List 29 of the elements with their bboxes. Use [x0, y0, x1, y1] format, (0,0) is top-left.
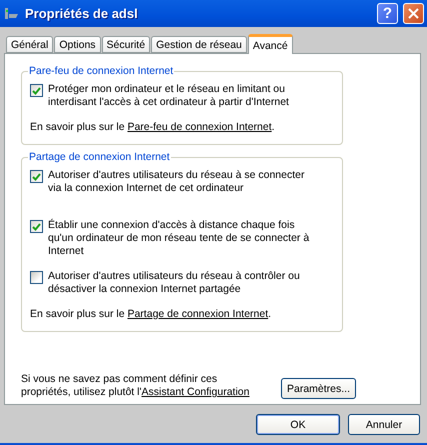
settings-button[interactable]: Paramètres...: [281, 378, 356, 399]
checkbox[interactable]: [30, 271, 43, 284]
tab[interactable]: Général: [6, 36, 54, 53]
help-link[interactable]: Partage de connexion Internet: [127, 308, 268, 320]
learn-more-text: En savoir plus sur le Partage de connexion Internet.: [30, 308, 272, 321]
checkbox[interactable]: [30, 170, 43, 183]
checkbox[interactable]: [30, 84, 43, 97]
help-button[interactable]: ?: [377, 3, 398, 24]
checkbox[interactable]: [30, 220, 43, 233]
wizard-link[interactable]: Assistant Configuration: [141, 386, 250, 398]
window-title: Propriétés de adsl: [25, 6, 139, 21]
tab[interactable]: Options: [54, 36, 101, 53]
close-button[interactable]: [403, 3, 424, 24]
tab[interactable]: Sécurité: [102, 36, 150, 53]
help-link[interactable]: Pare-feu de connexion Internet: [127, 121, 272, 133]
checkbox-label: Établir une connexion d'accès à distance chaque fois qu'un ordinateur de mon réseau tente de se connecter à Internet: [48, 219, 310, 258]
close-icon: [408, 8, 419, 19]
ok-button[interactable]: OK: [256, 414, 340, 435]
checkbox-label: Autoriser d'autres utilisateurs du réseau à se connecter via la connexion Internet de cet ordinateur: [48, 169, 306, 195]
checkbox-label: Autoriser d'autres utilisateurs du réseau à contrôler ou désactiver la connexion Internet partagée: [48, 270, 301, 296]
checkbox-label: Protéger mon ordinateur et le réseau en limitant ou interdisant l'accès à cet ordinateur à partir d'Internet: [48, 83, 290, 109]
group-title: Pare-feu de connexion Internet: [28, 65, 174, 77]
group-title: Partage de connexion Internet: [28, 151, 171, 163]
network-icon: [4, 6, 20, 22]
tab[interactable]: Avancé: [248, 34, 293, 54]
cancel-button[interactable]: Annuler: [348, 414, 420, 435]
tab[interactable]: Gestion de réseau: [151, 36, 247, 53]
footer-text: Si vous ne savez pas comment définir ces propriétés, utilisez plutôt l'Assistant Configuration: [21, 373, 250, 399]
learn-more-text: En savoir plus sur le Pare-feu de connexion Internet.: [30, 121, 276, 134]
